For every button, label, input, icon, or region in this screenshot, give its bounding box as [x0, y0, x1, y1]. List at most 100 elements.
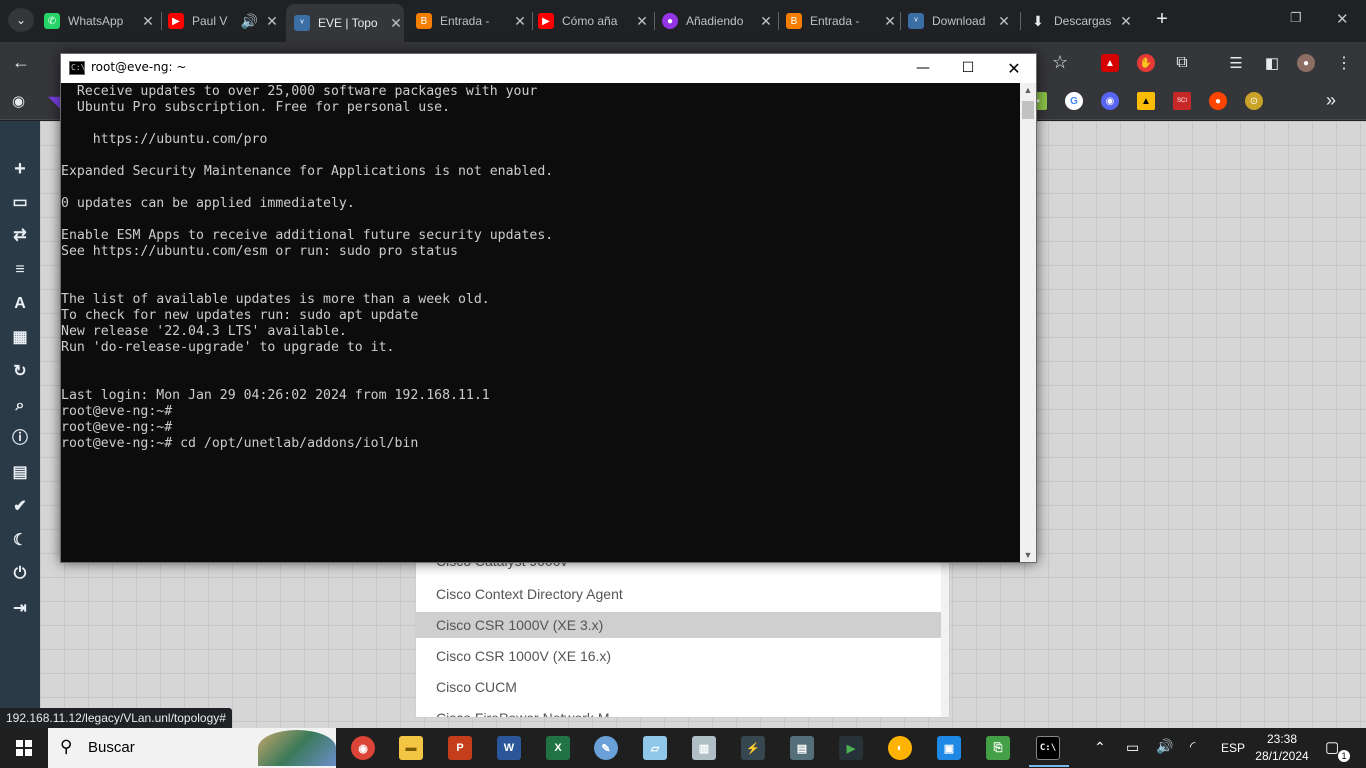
extensions-puzzle-icon[interactable]: ⧉	[1173, 54, 1191, 72]
list-item[interactable]: Cisco CSR 1000V (XE 16.x)	[416, 643, 942, 669]
font-icon[interactable]: A	[10, 294, 30, 314]
taskbar-search-box[interactable]: ⚲ Buscar	[48, 728, 336, 768]
tab-entrada-2[interactable]: B Entrada - ✕	[786, 7, 898, 35]
sign-out-icon[interactable]: ⇥	[10, 599, 30, 619]
network-tool-icon[interactable]: ▤	[790, 736, 814, 760]
monitor-icon[interactable]: ▥	[692, 736, 716, 760]
add-icon[interactable]: +	[10, 159, 30, 179]
storage-icon[interactable]: ▭	[10, 193, 30, 213]
terminal-output[interactable]: Receive updates to over 25,000 software …	[61, 83, 1020, 562]
notification-badge: 1	[1338, 750, 1350, 762]
list-item[interactable]: Cisco CUCM	[416, 674, 942, 700]
scroll-down-icon[interactable]: ▼	[1020, 550, 1036, 560]
close-icon[interactable]: ✕	[512, 13, 528, 30]
close-icon[interactable]: ✕	[140, 13, 156, 30]
chevron-up-icon[interactable]: ⌃	[1094, 739, 1106, 756]
image-bookmark-icon[interactable]: ▲	[1137, 92, 1155, 110]
terminal-window[interactable]: C:\ root@eve-ng: ~ — ☐ ✕ Receive updates…	[60, 53, 1037, 563]
close-icon[interactable]: ✕	[264, 13, 280, 30]
scihub-icon[interactable]: SCI	[1173, 92, 1191, 110]
extension-icon[interactable]: ▲	[1101, 54, 1119, 72]
chrome-icon[interactable]: ◉	[351, 736, 375, 760]
language-indicator[interactable]: ESP	[1221, 741, 1245, 755]
media-queue-icon[interactable]: ☰	[1227, 54, 1245, 72]
tab-youtube-como[interactable]: ▶ Cómo aña ✕	[538, 7, 650, 35]
notification-icon[interactable]: ▢	[1325, 738, 1339, 756]
cmd-taskbar-icon[interactable]: C:\	[1029, 736, 1069, 767]
battery-icon[interactable]: ▭	[1126, 739, 1139, 756]
reddit-icon[interactable]: ●	[1209, 92, 1227, 110]
maximize-button[interactable]: ☐	[945, 54, 991, 83]
discord-icon[interactable]: ◉	[1101, 92, 1119, 110]
refresh-icon[interactable]: ↻	[10, 362, 30, 382]
moon-icon[interactable]: ☾	[10, 531, 30, 551]
list-item[interactable]: Cisco Context Directory Agent	[416, 581, 942, 607]
scroll-up-icon[interactable]: ▲	[1020, 85, 1036, 95]
virtualbox-icon[interactable]: ▣	[937, 736, 961, 760]
google-icon[interactable]: G	[1065, 92, 1083, 110]
clock-date[interactable]: 28/1/2024	[1253, 749, 1311, 763]
network-share-icon[interactable]: ⎘	[986, 736, 1010, 760]
app-icon[interactable]: ▶	[839, 736, 863, 760]
tab-anadiendo[interactable]: ● Añadiendo ✕	[662, 7, 774, 35]
tab-entrada-1[interactable]: B Entrada - ✕	[416, 7, 528, 35]
excel-icon[interactable]: X	[546, 736, 570, 760]
close-icon[interactable]: ✕	[634, 13, 650, 30]
globe-icon[interactable]: ◉	[12, 92, 25, 110]
tab-descargas[interactable]: ⬇ Descargas ✕	[1030, 7, 1134, 35]
scrollbar-thumb[interactable]	[1022, 101, 1034, 119]
tab-download[interactable]: ᵛ Download ✕	[908, 7, 1012, 35]
check-circle-icon[interactable]: ✔	[10, 497, 30, 517]
clock-time[interactable]: 23:38	[1253, 732, 1311, 746]
terminal-app-icon[interactable]: ⚡	[741, 736, 765, 760]
close-icon[interactable]: ✕	[1118, 13, 1134, 30]
chrome-menu-icon[interactable]: ⋮	[1335, 54, 1353, 72]
align-left-icon[interactable]: ≡	[10, 260, 30, 280]
new-tab-button[interactable]: +	[1150, 8, 1174, 31]
back-icon[interactable]: ←	[12, 52, 30, 73]
terminal-scrollbar[interactable]: ▲ ▼	[1020, 83, 1036, 562]
zoom-icon[interactable]: ⌕	[10, 396, 30, 416]
paint-icon[interactable]: ✎	[594, 736, 618, 760]
list-item[interactable]: Cisco FirePower Network M...	[416, 705, 942, 717]
template-dropdown-list[interactable]: Cisco Catalyst 9000v Cisco Context Direc…	[415, 561, 950, 718]
notes-icon[interactable]: ▱	[643, 736, 667, 760]
word-icon[interactable]: W	[497, 736, 521, 760]
exchange-icon[interactable]: ⇄	[10, 226, 30, 246]
list-item-selected[interactable]: Cisco CSR 1000V (XE 3.x)	[416, 612, 942, 638]
close-icon[interactable]: ✕	[388, 15, 404, 32]
tab-separator	[778, 12, 779, 30]
tab-eve-topology[interactable]: ᵛ EVE | Topo ✕	[286, 4, 404, 42]
bookmark-star-icon[interactable]: ☆	[1052, 52, 1068, 73]
bookmark-icon[interactable]: ⊙	[1245, 92, 1263, 110]
avatar[interactable]: ●	[1297, 54, 1315, 72]
extension-icon[interactable]: ✋	[1137, 54, 1155, 72]
tab-whatsapp[interactable]: ✆ WhatsApp ✕	[44, 7, 156, 35]
speaker-icon[interactable]: 🔊	[241, 13, 258, 30]
bookmark-icon[interactable]: ◥	[48, 92, 60, 112]
terminal-title: root@eve-ng: ~	[91, 60, 187, 74]
more-bookmarks-icon[interactable]: »	[1326, 90, 1336, 111]
volume-icon[interactable]: 🔊	[1156, 738, 1173, 755]
tab-search-button[interactable]: ⌄	[8, 8, 34, 32]
close-icon[interactable]: ✕	[996, 13, 1012, 30]
grid-icon[interactable]: ▦	[10, 328, 30, 348]
terminal-titlebar[interactable]: C:\ root@eve-ng: ~ — ☐ ✕	[61, 54, 1036, 83]
dropdown-scrollbar[interactable]	[941, 562, 949, 717]
windows-start-button[interactable]	[0, 728, 48, 768]
side-panel-icon[interactable]: ◧	[1263, 54, 1281, 72]
vpn-icon[interactable]: ◐	[888, 736, 912, 760]
info-icon[interactable]: ⓘ	[10, 429, 30, 449]
close-window-icon[interactable]: ✕	[1336, 10, 1349, 28]
power-icon[interactable]: ⏻	[10, 564, 30, 584]
tab-youtube-paul[interactable]: ▶ Paul V 🔊 ✕	[168, 7, 280, 35]
list-icon[interactable]: ▤	[10, 463, 30, 483]
minimize-button[interactable]: —	[900, 54, 946, 83]
powerpoint-icon[interactable]: P	[448, 736, 472, 760]
restore-icon[interactable]: ❐	[1290, 10, 1302, 26]
close-icon[interactable]: ✕	[882, 13, 898, 30]
close-icon[interactable]: ✕	[758, 13, 774, 30]
close-button[interactable]: ✕	[991, 54, 1037, 83]
file-explorer-icon[interactable]: ▬	[399, 736, 423, 760]
wifi-icon[interactable]: ◜	[1190, 738, 1195, 755]
